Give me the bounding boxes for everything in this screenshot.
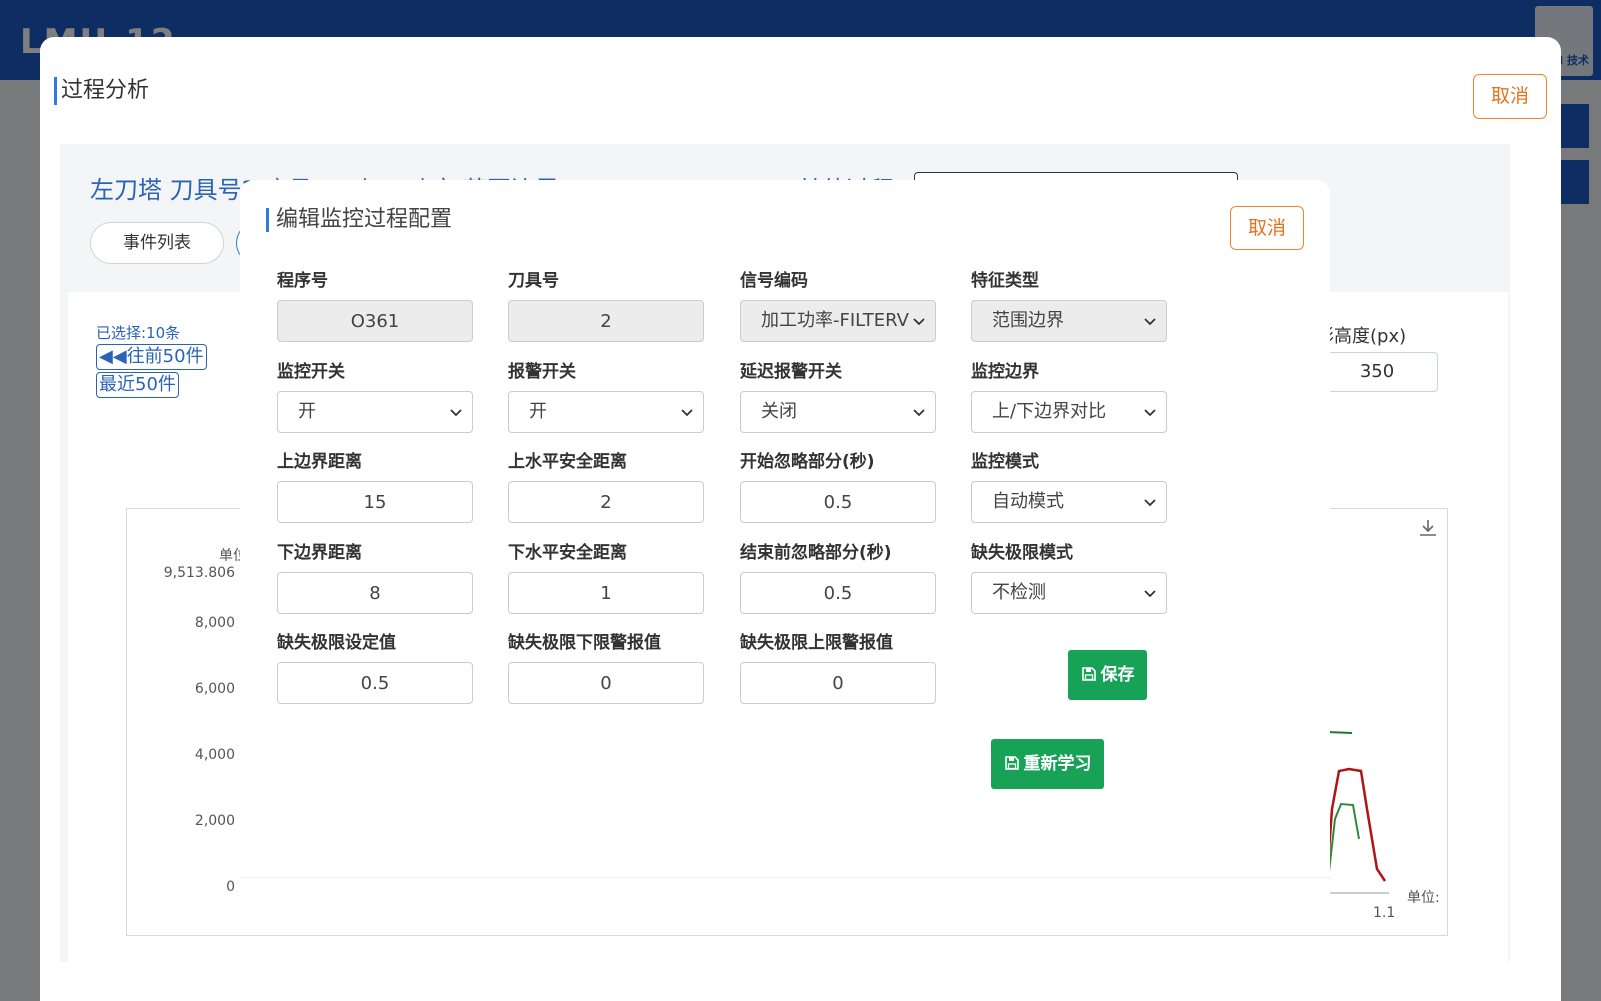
prev-50-button[interactable]: ◀◀往前50件 xyxy=(96,344,207,370)
modal-footer-divider xyxy=(240,877,1330,878)
monitor-mode-field: 监控模式 自动模式 xyxy=(971,451,1167,523)
alarm-switch-select[interactable]: 开 xyxy=(508,391,704,433)
alarm-switch-label: 报警开关 xyxy=(508,362,576,382)
signal-code-field: 信号编码 加工功率-FILTERV xyxy=(740,270,936,342)
upper-distance-label: 上边界距离 xyxy=(277,452,362,472)
chevron-down-icon xyxy=(681,409,693,417)
chevron-down-icon xyxy=(913,318,925,326)
monitor-mode-label: 监控模式 xyxy=(971,452,1039,472)
outer-cancel-button[interactable]: 取消 xyxy=(1473,74,1547,119)
missing-limit-mode-field: 缺失极限模式 不检测 xyxy=(971,542,1167,614)
upper-h-safe-input[interactable] xyxy=(508,481,704,523)
tool-no-label: 刀具号 xyxy=(508,271,559,291)
missing-limit-high-alarm-field: 缺失极限上限警报值 xyxy=(740,632,936,704)
monitor-switch-label: 监控开关 xyxy=(277,362,345,382)
alarm-switch-field: 报警开关 开 xyxy=(508,361,704,433)
floppy-disk-icon xyxy=(1004,756,1019,770)
selected-count: 已选择:10条 xyxy=(96,324,181,342)
inner-cancel-button[interactable]: 取消 xyxy=(1230,206,1304,250)
event-list-button[interactable]: 事件列表 xyxy=(90,222,224,264)
prev-50-label: 往前50件 xyxy=(126,346,204,367)
upper-distance-field: 上边界距离 xyxy=(277,451,473,523)
alarm-switch-value: 开 xyxy=(529,401,547,422)
save-button[interactable]: 保存 xyxy=(1068,650,1147,700)
missing-limit-low-alarm-field: 缺失极限下限警报值 xyxy=(508,632,704,704)
missing-limit-set-input[interactable] xyxy=(277,662,473,704)
missing-limit-mode-value: 不检测 xyxy=(992,582,1046,603)
feature-type-label: 特征类型 xyxy=(971,271,1039,291)
missing-limit-set-field: 缺失极限设定值 xyxy=(277,632,473,704)
upper-distance-input[interactable] xyxy=(277,481,473,523)
monitor-boundary-value: 上/下边界对比 xyxy=(992,401,1107,422)
monitor-boundary-field: 监控边界 上/下边界对比 xyxy=(971,361,1167,433)
chevron-down-icon xyxy=(1144,590,1156,598)
rewind-icon: ◀◀ xyxy=(99,346,127,367)
lower-h-safe-label: 下水平安全距离 xyxy=(508,543,627,563)
chevron-down-icon xyxy=(913,409,925,417)
program-no-input[interactable] xyxy=(277,300,473,342)
delay-alarm-switch-field: 延迟报警开关 关闭 xyxy=(740,361,936,433)
monitor-switch-select[interactable]: 开 xyxy=(277,391,473,433)
delay-alarm-switch-value: 关闭 xyxy=(761,401,797,422)
download-icon[interactable] xyxy=(1417,517,1439,539)
lower-h-safe-field: 下水平安全距离 xyxy=(508,542,704,614)
end-ignore-field: 结束前忽略部分(秒) xyxy=(740,542,936,614)
signal-code-value: 加工功率-FILTERV xyxy=(761,310,909,331)
inner-modal-title: 编辑监控过程配置 xyxy=(266,208,452,232)
program-no-label: 程序号 xyxy=(277,271,328,291)
chevron-down-icon xyxy=(450,409,462,417)
monitor-mode-select[interactable]: 自动模式 xyxy=(971,481,1167,523)
feature-type-value: 范围边界 xyxy=(992,310,1064,331)
relearn-button-label: 重新学习 xyxy=(1023,754,1092,774)
monitor-switch-value: 开 xyxy=(298,401,316,422)
upper-boundary-line xyxy=(1326,731,1353,734)
upper-h-safe-field: 上水平安全距离 xyxy=(508,451,704,523)
signal-code-select[interactable]: 加工功率-FILTERV xyxy=(740,300,936,342)
monitor-switch-field: 监控开关 开 xyxy=(277,361,473,433)
chevron-down-icon xyxy=(1144,318,1156,326)
feature-type-field: 特征类型 范围边界 xyxy=(971,270,1167,342)
floppy-disk-icon xyxy=(1081,667,1096,681)
delay-alarm-switch-label: 延迟报警开关 xyxy=(740,362,842,382)
chevron-down-icon xyxy=(1144,499,1156,507)
chart-height-input[interactable]: 350 xyxy=(1316,352,1438,392)
lower-distance-field: 下边界距离 xyxy=(277,542,473,614)
monitor-boundary-select[interactable]: 上/下边界对比 xyxy=(971,391,1167,433)
missing-limit-set-label: 缺失极限设定值 xyxy=(277,633,396,653)
monitor-mode-value: 自动模式 xyxy=(992,491,1064,512)
missing-limit-low-alarm-input[interactable] xyxy=(508,662,704,704)
missing-limit-low-alarm-label: 缺失极限下限警报值 xyxy=(508,633,661,653)
relearn-button[interactable]: 重新学习 xyxy=(991,739,1104,789)
delay-alarm-switch-select[interactable]: 关闭 xyxy=(740,391,936,433)
chevron-down-icon xyxy=(1144,409,1156,417)
start-ignore-field: 开始忽略部分(秒) xyxy=(740,451,936,523)
end-ignore-input[interactable] xyxy=(740,572,936,614)
missing-limit-mode-label: 缺失极限模式 xyxy=(971,543,1073,563)
missing-limit-high-alarm-label: 缺失极限上限警报值 xyxy=(740,633,893,653)
signal-code-label: 信号编码 xyxy=(740,271,808,291)
feature-type-select[interactable]: 范围边界 xyxy=(971,300,1167,342)
tool-no-field: 刀具号 xyxy=(508,270,704,342)
start-ignore-label: 开始忽略部分(秒) xyxy=(740,452,875,472)
start-ignore-input[interactable] xyxy=(740,481,936,523)
end-ignore-label: 结束前忽略部分(秒) xyxy=(740,543,892,563)
recent-50-button[interactable]: 最近50件 xyxy=(96,372,179,398)
upper-h-safe-label: 上水平安全距离 xyxy=(508,452,627,472)
x-axis-unit: 单位: xyxy=(1407,890,1440,906)
lower-distance-input[interactable] xyxy=(277,572,473,614)
lower-distance-label: 下边界距离 xyxy=(277,543,362,563)
tool-no-input[interactable] xyxy=(508,300,704,342)
program-no-field: 程序号 xyxy=(277,270,473,342)
lower-h-safe-input[interactable] xyxy=(508,572,704,614)
missing-limit-high-alarm-input[interactable] xyxy=(740,662,936,704)
edit-monitor-config-modal: 编辑监控过程配置 取消 程序号 刀具号 信号编码 加工功率-FILTERV 特征… xyxy=(240,180,1330,916)
x-tick-label: 1.1 xyxy=(1373,905,1396,921)
monitor-boundary-label: 监控边界 xyxy=(971,362,1039,382)
outer-modal-title: 过程分析 xyxy=(54,77,149,105)
save-button-label: 保存 xyxy=(1100,665,1135,685)
missing-limit-mode-select[interactable]: 不检测 xyxy=(971,572,1167,614)
